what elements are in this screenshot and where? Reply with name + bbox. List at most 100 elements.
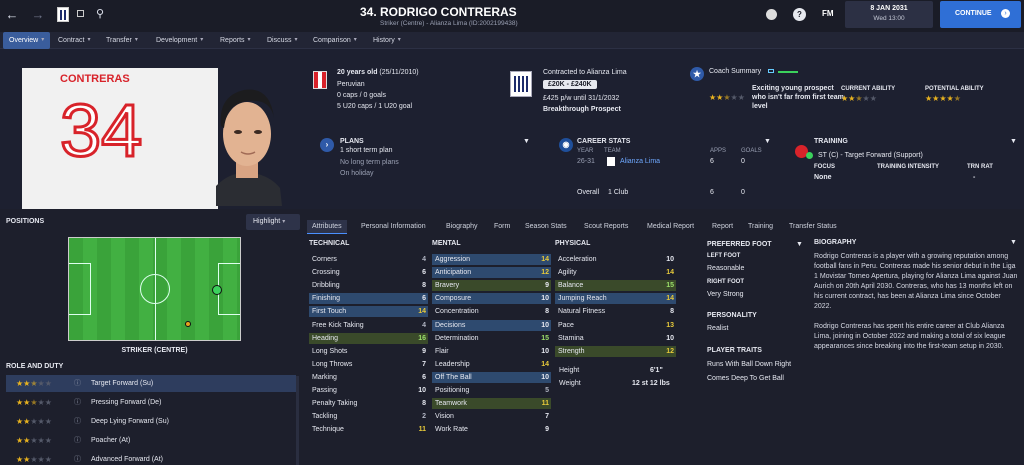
weight-label: Weight (559, 380, 581, 387)
attribute-row[interactable]: Finishing 6 (309, 293, 428, 305)
tab-report[interactable]: Report (712, 220, 733, 234)
attribute-value: 10 (541, 347, 549, 355)
attribute-name: Balance (558, 282, 584, 290)
attribute-row[interactable]: Tackling 2 (309, 411, 428, 422)
nav-overview[interactable]: Overview ▾ (3, 32, 51, 49)
attribute-row[interactable]: Technique 11 (309, 424, 428, 435)
role-row[interactable]: ★★★★★ ⓘ Deep Lying Forward (Su) (6, 413, 296, 430)
tab-transfer-status[interactable]: Transfer Status (789, 220, 837, 234)
nav-contract[interactable]: Contract ▾ (52, 32, 96, 49)
attribute-row[interactable]: Long Throws 7 (309, 359, 428, 370)
attribute-row[interactable]: First Touch 14 (309, 306, 428, 318)
attribute-row[interactable]: Stamina 10 (555, 333, 676, 344)
attribute-row[interactable]: Vision 7 (432, 411, 551, 422)
tab-medical-report[interactable]: Medical Report (647, 220, 694, 234)
summary-bar (778, 71, 798, 73)
tab-form[interactable]: Form (494, 220, 510, 234)
info-icon[interactable]: ⓘ (74, 413, 81, 430)
attribute-row[interactable]: Decisions 10 (432, 319, 551, 331)
help-icon[interactable]: ? (793, 8, 806, 21)
info-icon[interactable]: ⓘ (74, 432, 81, 449)
technical-title: TECHNICAL (309, 240, 350, 247)
attribute-row[interactable]: Corners 4 (309, 254, 428, 265)
info-icon[interactable]: ⓘ (74, 394, 81, 411)
attribute-row[interactable]: Dribbling 8 (309, 280, 428, 291)
attribute-row[interactable]: Free Kick Taking 4 (309, 320, 428, 331)
player-dob: (25/11/2010) (379, 69, 419, 76)
career-team-link[interactable]: Alianza Lima (620, 158, 660, 165)
attribute-row[interactable]: Heading 16 (309, 332, 428, 344)
nav-discuss[interactable]: Discuss ▾ (261, 32, 304, 49)
attribute-value: 4 (422, 256, 426, 263)
career-title[interactable]: CAREER STATS (577, 138, 630, 145)
tab-personal-information[interactable]: Personal Information (361, 220, 426, 234)
tab-season-stats[interactable]: Season Stats (525, 220, 567, 234)
career-icon[interactable]: ◉ (559, 138, 573, 152)
biography-caret-icon[interactable]: ▼ (1010, 239, 1017, 246)
role-row[interactable]: ★★★★★ ⓘ Advanced Forward (At) (6, 451, 296, 465)
biography-title[interactable]: BIOGRAPHY (814, 239, 856, 246)
attribute-row[interactable]: Positioning 5 (432, 385, 551, 396)
nav-development[interactable]: Development ▾ (150, 32, 209, 49)
training-title[interactable]: TRAINING (814, 138, 848, 145)
plans-title[interactable]: PLANS (340, 138, 364, 145)
career-caret-icon[interactable]: ▼ (764, 138, 771, 145)
nav-comparison[interactable]: Comparison ▾ (307, 32, 363, 49)
ball-icon[interactable] (766, 9, 777, 20)
role-row[interactable]: ★★★★★ ⓘ Pressing Forward (De) (6, 394, 296, 411)
attribute-row[interactable]: Jumping Reach 14 (555, 293, 676, 305)
player-age: 20 years old (337, 69, 378, 76)
attribute-row[interactable]: Passing 10 (309, 385, 428, 396)
nav-transfer[interactable]: Transfer ▾ (100, 32, 144, 49)
grid-icon[interactable] (77, 10, 84, 17)
continue-button[interactable]: CONTINUE › (940, 1, 1021, 28)
attribute-row[interactable]: Anticipation 12 (432, 267, 551, 279)
positions-title[interactable]: POSITIONS (6, 218, 44, 225)
attribute-row[interactable]: Balance 15 (555, 280, 676, 292)
attribute-row[interactable]: Determination 15 (432, 333, 551, 344)
attribute-row[interactable]: Pace 13 (555, 320, 676, 331)
attribute-row[interactable]: Marking 6 (309, 372, 428, 383)
roles-scrollbar[interactable] (296, 376, 299, 465)
back-arrow-icon[interactable]: ← (4, 6, 20, 24)
attribute-row[interactable]: Aggression 14 (432, 254, 551, 265)
attribute-row[interactable]: Crossing 6 (309, 267, 428, 278)
attribute-row[interactable]: Acceleration 10 (555, 254, 676, 265)
role-row[interactable]: ★★★★★ ⓘ Poacher (At) (6, 432, 296, 449)
tab-training[interactable]: Training (748, 220, 773, 234)
attribute-row[interactable]: Penalty Taking 8 (309, 398, 428, 409)
attribute-row[interactable]: Teamwork 11 (432, 398, 551, 410)
forward-arrow-icon[interactable]: → (30, 6, 46, 24)
nav-reports[interactable]: Reports ▾ (214, 32, 257, 49)
attribute-value: 16 (418, 334, 426, 342)
attribute-row[interactable]: Leadership 14 (432, 359, 551, 370)
info-icon[interactable]: ⓘ (74, 451, 81, 465)
fm-logo[interactable]: FM (822, 9, 834, 18)
attribute-row[interactable]: Long Shots 9 (309, 346, 428, 357)
training-caret-icon[interactable]: ▼ (1010, 138, 1017, 145)
attribute-row[interactable]: Work Rate 9 (432, 424, 551, 435)
attribute-row[interactable]: Off The Ball 10 (432, 371, 551, 383)
info-icon[interactable]: ⓘ (74, 375, 81, 392)
plans-caret-icon[interactable]: ▼ (523, 138, 530, 145)
club-crest-icon[interactable] (57, 7, 69, 22)
nation-flag-icon (313, 71, 327, 89)
tab-scout-reports[interactable]: Scout Reports (584, 220, 628, 234)
tab-biography[interactable]: Biography (446, 220, 478, 234)
nav-history[interactable]: History ▾ (367, 32, 407, 49)
role-row[interactable]: ★★★★★ ⓘ Target Forward (Su) (6, 375, 296, 392)
attribute-row[interactable]: Concentration 8 (432, 306, 551, 317)
plans-arrow-icon[interactable]: › (320, 138, 334, 152)
highlight-dropdown[interactable]: Highlight ▾ (246, 214, 300, 230)
attribute-value: 6 (422, 295, 426, 303)
foot-caret-icon[interactable]: ▼ (796, 241, 803, 248)
search-icon[interactable]: ⚲ (93, 5, 107, 23)
attribute-row[interactable]: Natural Fitness 8 (555, 306, 676, 317)
attribute-row[interactable]: Agility 14 (555, 267, 676, 278)
attribute-row[interactable]: Composure 10 (432, 293, 551, 305)
attribute-row[interactable]: Strength 12 (555, 345, 676, 357)
attribute-row[interactable]: Flair 10 (432, 346, 551, 357)
career-goals: 0 (741, 158, 745, 165)
tab-attributes[interactable]: Attributes (307, 220, 347, 234)
attribute-row[interactable]: Bravery 9 (432, 280, 551, 292)
